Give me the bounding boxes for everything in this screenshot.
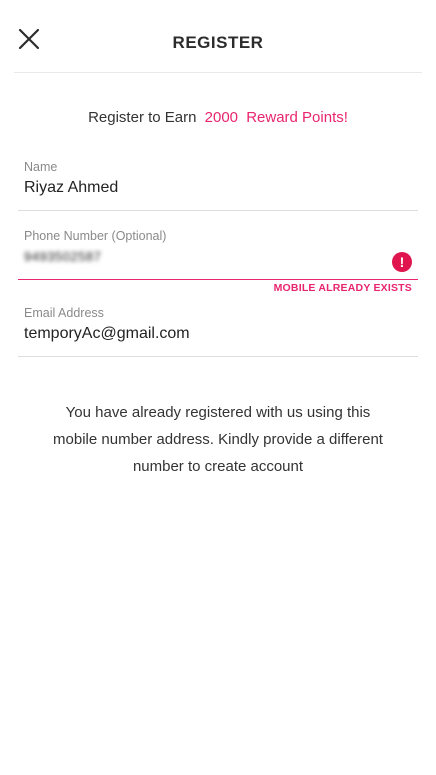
- phone-input[interactable]: 9493502587: [24, 247, 412, 267]
- name-input[interactable]: Riyaz Ahmed: [24, 178, 412, 198]
- register-form: Name Riyaz Ahmed Phone Number (Optional)…: [18, 160, 418, 357]
- promo-points: 2000: [204, 109, 239, 126]
- phone-error-message: MOBILE ALREADY EXISTS: [273, 282, 412, 294]
- email-label: Email Address: [24, 306, 104, 320]
- email-input[interactable]: temporyAc@gmail.com: [24, 324, 412, 344]
- promo-prefix: Register to Earn: [88, 109, 197, 126]
- phone-label: Phone Number (Optional): [24, 229, 167, 243]
- email-field[interactable]: Email Address temporyAc@gmail.com: [18, 306, 418, 357]
- phone-field[interactable]: Phone Number (Optional) 9493502587 ! MOB…: [18, 229, 418, 294]
- page-title: REGISTER: [172, 33, 264, 52]
- header: REGISTER: [14, 0, 422, 73]
- promo-banner: Register to Earn 2000 Reward Points!: [0, 109, 436, 126]
- promo-suffix: Reward Points!: [246, 109, 348, 126]
- name-field[interactable]: Name Riyaz Ahmed: [18, 160, 418, 211]
- info-message: You have already registered with us usin…: [53, 404, 383, 475]
- error-icon: !: [392, 252, 412, 272]
- name-label: Name: [24, 160, 58, 174]
